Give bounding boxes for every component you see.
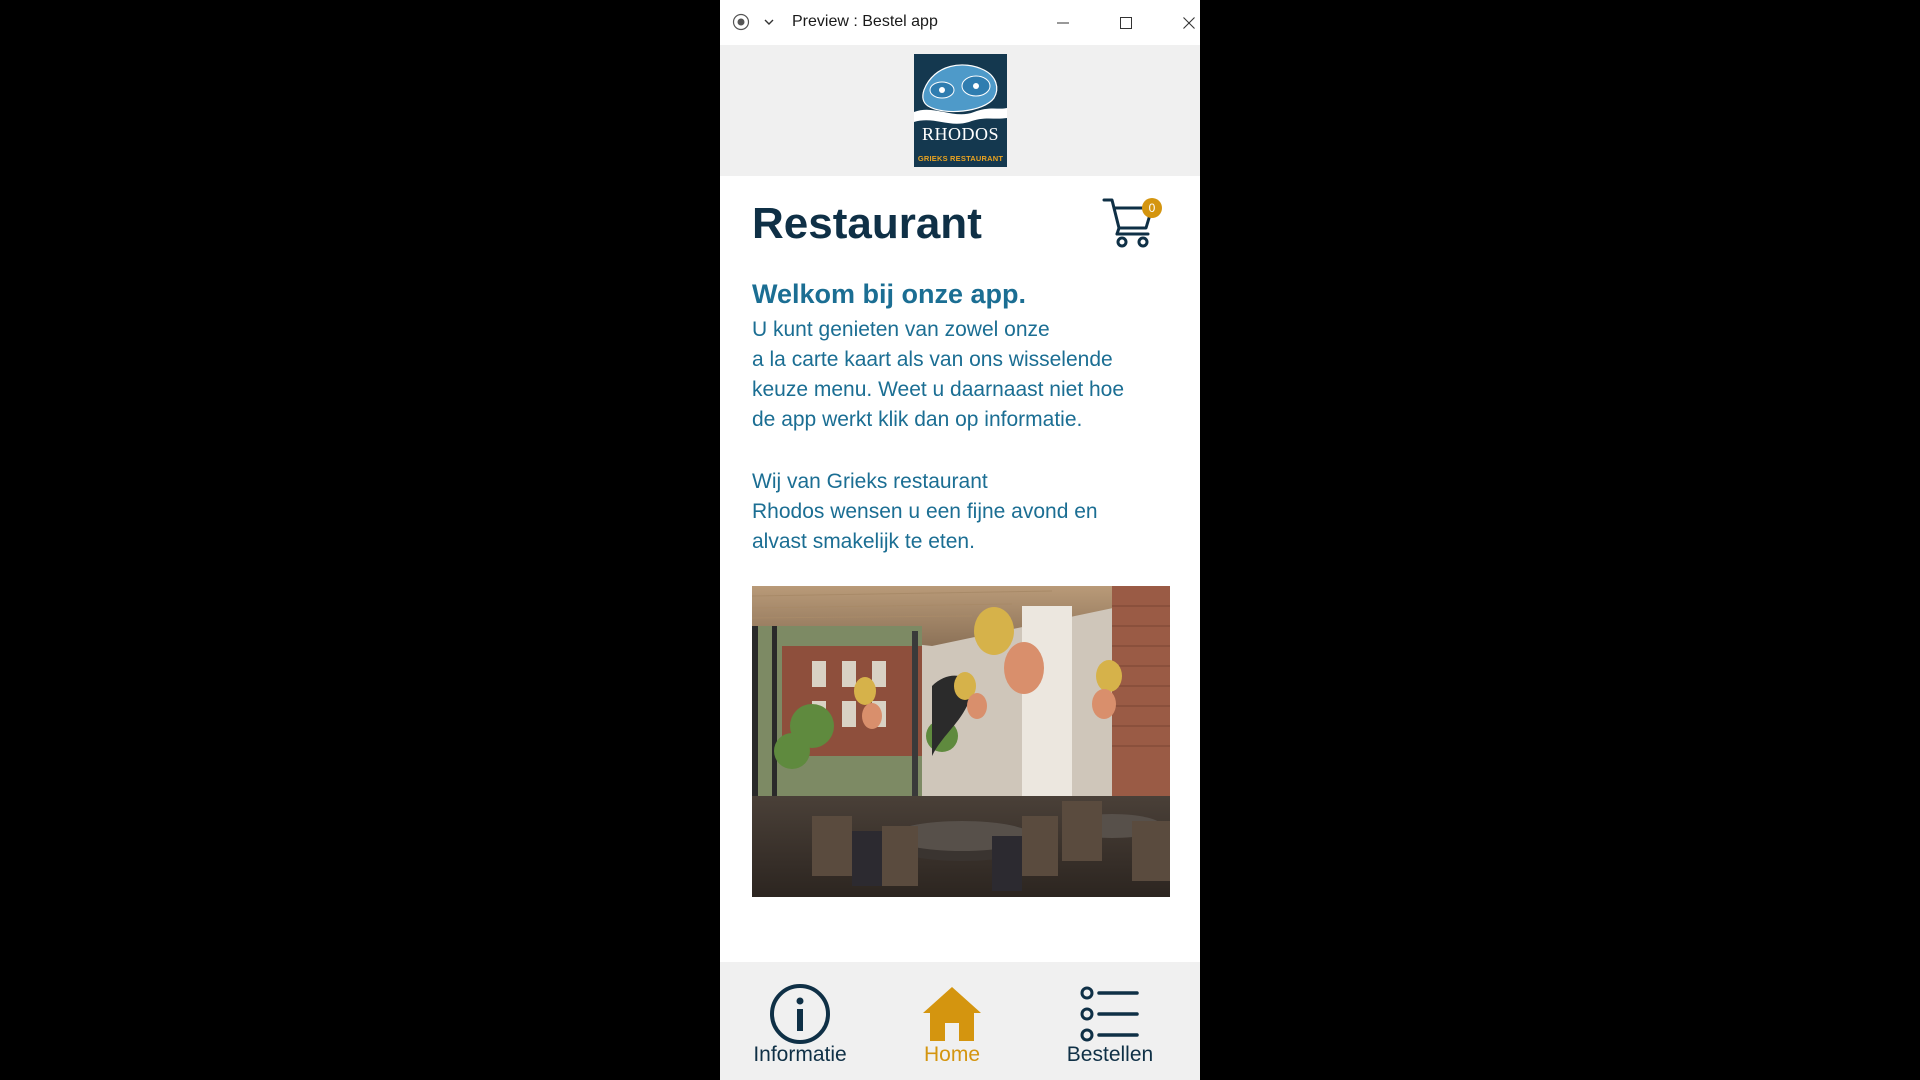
rhodos-logo: RHODOS GRIEKS RESTAURANT bbox=[914, 54, 1007, 167]
logo-subtitle: GRIEKS RESTAURANT bbox=[917, 153, 1004, 165]
record-icon[interactable] bbox=[732, 13, 750, 31]
logo-emblem-icon bbox=[914, 54, 1007, 134]
restaurant-photo bbox=[752, 586, 1170, 897]
nav-item-informatie[interactable]: Informatie bbox=[740, 962, 860, 1080]
greeting-line: alvast smakelijk te eten. bbox=[752, 530, 975, 553]
main-content: Restaurant 0 Welkom bij onze app. U kunt… bbox=[720, 176, 1200, 962]
nav-label-informatie: Informatie bbox=[753, 1043, 847, 1066]
welcome-heading: Welkom bij onze app. bbox=[752, 279, 1027, 309]
logo-name: RHODOS bbox=[921, 124, 999, 144]
intro-line: keuze menu. Weet u daarnaast niet hoe bbox=[752, 378, 1125, 401]
app-window: Preview : Bestel app RHODOS GRIEKS RESTA… bbox=[720, 0, 1200, 1080]
cart-button[interactable]: 0 bbox=[1102, 194, 1162, 250]
cart-count-badge: 0 bbox=[1142, 198, 1162, 218]
nav-item-home[interactable]: Home bbox=[892, 962, 1012, 1080]
nav-label-bestellen: Bestellen bbox=[1066, 1043, 1154, 1066]
intro-line: de app werkt klik dan op informatie. bbox=[752, 408, 1083, 431]
app-header: RHODOS GRIEKS RESTAURANT bbox=[720, 45, 1200, 176]
intro-line: U kunt genieten van zowel onze bbox=[752, 318, 1050, 341]
page-title: Restaurant bbox=[752, 199, 982, 248]
minimize-button[interactable] bbox=[1040, 0, 1086, 45]
close-button[interactable] bbox=[1166, 0, 1200, 45]
home-icon bbox=[920, 982, 984, 1046]
title-bar: Preview : Bestel app bbox=[720, 0, 1200, 45]
greeting-paragraph: Wij van Grieks restaurant Rhodos wensen … bbox=[752, 467, 1172, 557]
nav-label-home: Home bbox=[923, 1043, 981, 1066]
greeting-line: Rhodos wensen u een fijne avond en bbox=[752, 500, 1098, 523]
window-title: Preview : Bestel app bbox=[792, 13, 938, 30]
intro-line: a la carte kaart als van ons wisselende bbox=[752, 348, 1113, 371]
intro-paragraph: U kunt genieten van zowel onze a la cart… bbox=[752, 315, 1172, 435]
chevron-down-icon[interactable] bbox=[760, 13, 778, 31]
list-icon bbox=[1078, 982, 1142, 1046]
info-icon bbox=[768, 982, 832, 1046]
nav-item-bestellen[interactable]: Bestellen bbox=[1040, 962, 1180, 1080]
maximize-button[interactable] bbox=[1103, 0, 1149, 45]
bottom-navigation: Informatie Home Bestellen bbox=[720, 962, 1200, 1080]
greeting-line: Wij van Grieks restaurant bbox=[752, 470, 988, 493]
